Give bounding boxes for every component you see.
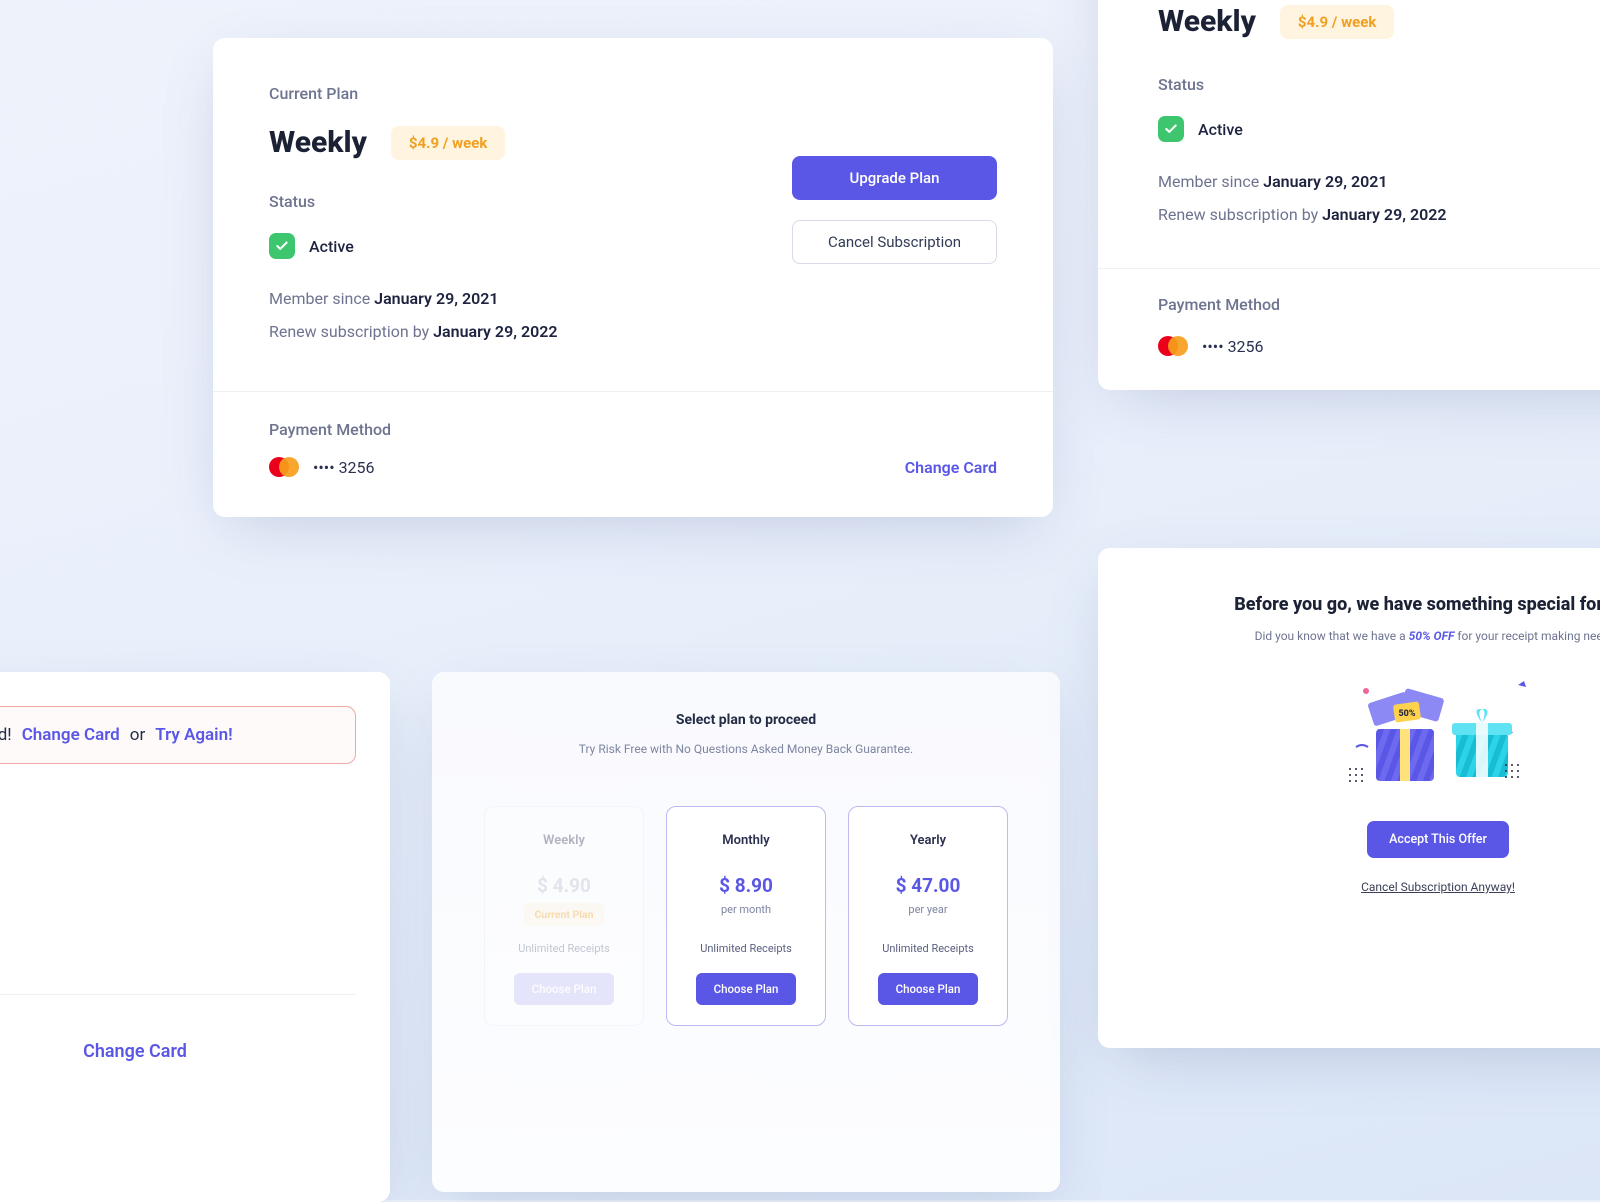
status-value: Active — [309, 237, 354, 256]
card-display: •••• 3256 — [1158, 336, 1600, 356]
plan-name: Weekly — [269, 125, 367, 160]
check-icon — [1158, 116, 1184, 142]
cancel-anyway-link[interactable]: Cancel Subscription Anyway! — [1138, 880, 1600, 894]
offer-title: Before you go, we have something special… — [1138, 594, 1600, 615]
plan-selector-card: Select plan to proceed Try Risk Free wit… — [432, 672, 1060, 1192]
offer-subtitle: Did you know that we have a 50% OFF for … — [1138, 629, 1600, 643]
change-card-link[interactable]: Change Card — [83, 1041, 187, 1062]
status-value: Active — [1198, 120, 1243, 139]
check-icon — [269, 233, 295, 259]
subscription-card-preview: Weekly $4.9 / week Status Active Member … — [1098, 0, 1600, 390]
payment-method-label: Payment Method — [1158, 295, 1600, 314]
card-last4: •••• 3256 — [1202, 337, 1264, 356]
plan-option-weekly: Weekly $ 4.90 Current Plan Unlimited Rec… — [484, 806, 644, 1026]
choose-plan-button[interactable]: Choose Plan — [514, 973, 615, 1005]
mastercard-icon — [1158, 336, 1188, 356]
card-last4: •••• 3256 — [313, 458, 375, 477]
gift-illustration: 50% — [1338, 671, 1538, 791]
mastercard-icon — [269, 457, 299, 477]
renew-line: Renew subscription by January 29, 2022 — [1158, 205, 1600, 224]
svg-text:50%: 50% — [1398, 709, 1415, 719]
choose-plan-button[interactable]: Choose Plan — [878, 973, 979, 1005]
current-plan-label: Current Plan — [269, 84, 997, 103]
card-error-panel: your card! Change Card or Try Again! Cha… — [0, 672, 390, 1202]
price-pill: $4.9 / week — [1280, 5, 1394, 39]
member-since-line: Member since January 29, 2021 — [269, 289, 997, 308]
plan-selector-subtitle: Try Risk Free with No Questions Asked Mo… — [466, 742, 1026, 756]
error-try-again-link[interactable]: Try Again! — [155, 725, 232, 745]
plan-option-yearly[interactable]: Yearly $ 47.00 per year Unlimited Receip… — [848, 806, 1008, 1026]
choose-plan-button[interactable]: Choose Plan — [696, 973, 797, 1005]
upgrade-plan-button[interactable]: Upgrade Plan — [792, 156, 997, 200]
plan-name: Weekly — [1158, 4, 1256, 39]
current-plan-badge: Current Plan — [524, 903, 603, 926]
error-banner: your card! Change Card or Try Again! — [0, 706, 356, 764]
cancel-subscription-button[interactable]: Cancel Subscription — [792, 220, 997, 264]
retention-offer-card: Before you go, we have something special… — [1098, 548, 1600, 1048]
plan-selector-title: Select plan to proceed — [466, 712, 1026, 728]
subscription-card: Current Plan Weekly $4.9 / week Upgrade … — [213, 38, 1053, 517]
price-pill: $4.9 / week — [391, 126, 505, 160]
status-label: Status — [1158, 75, 1600, 94]
change-card-link[interactable]: Change Card — [905, 458, 997, 477]
error-change-card-link[interactable]: Change Card — [22, 725, 120, 745]
payment-method-label: Payment Method — [269, 420, 391, 439]
member-since-line: Member since January 29, 2021 — [1158, 172, 1600, 191]
renew-line: Renew subscription by January 29, 2022 — [269, 322, 997, 341]
plan-option-monthly[interactable]: Monthly $ 8.90 per month Unlimited Recei… — [666, 806, 826, 1026]
card-display: •••• 3256 — [269, 457, 391, 477]
accept-offer-button[interactable]: Accept This Offer — [1367, 821, 1509, 858]
